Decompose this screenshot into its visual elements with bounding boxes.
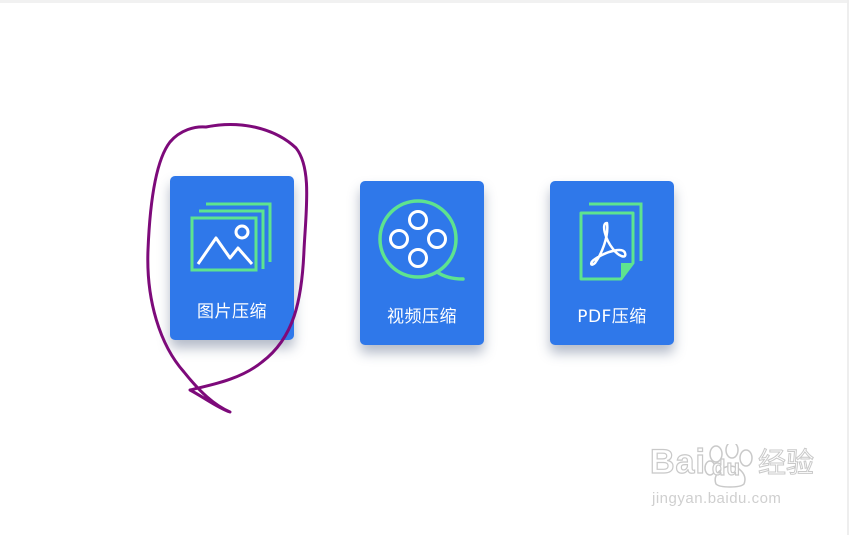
video-compress-card[interactable]: 视频压缩 xyxy=(360,181,484,345)
image-compress-card[interactable]: 图片压缩 xyxy=(170,176,294,340)
top-divider xyxy=(0,0,849,3)
watermark-brand-right: du xyxy=(711,454,741,480)
watermark-brand-cn: 经验 xyxy=(757,446,815,480)
pdf-document-icon xyxy=(550,201,674,283)
image-compress-label: 图片压缩 xyxy=(197,302,267,322)
watermark-brand-left: Bai xyxy=(649,442,706,481)
watermark-url: jingyan.baidu.com xyxy=(652,490,782,507)
page: 图片压缩 视频压缩 PDF压缩 Bai du 经验 jingyan.baidu.… xyxy=(0,0,849,535)
pdf-compress-label: PDF压缩 xyxy=(577,307,647,327)
pdf-compress-card[interactable]: PDF压缩 xyxy=(550,181,674,345)
film-reel-icon xyxy=(360,199,484,283)
watermark: Bai du 经验 jingyan.baidu.com xyxy=(649,441,840,522)
image-gallery-icon xyxy=(170,196,294,278)
video-compress-label: 视频压缩 xyxy=(387,307,457,327)
